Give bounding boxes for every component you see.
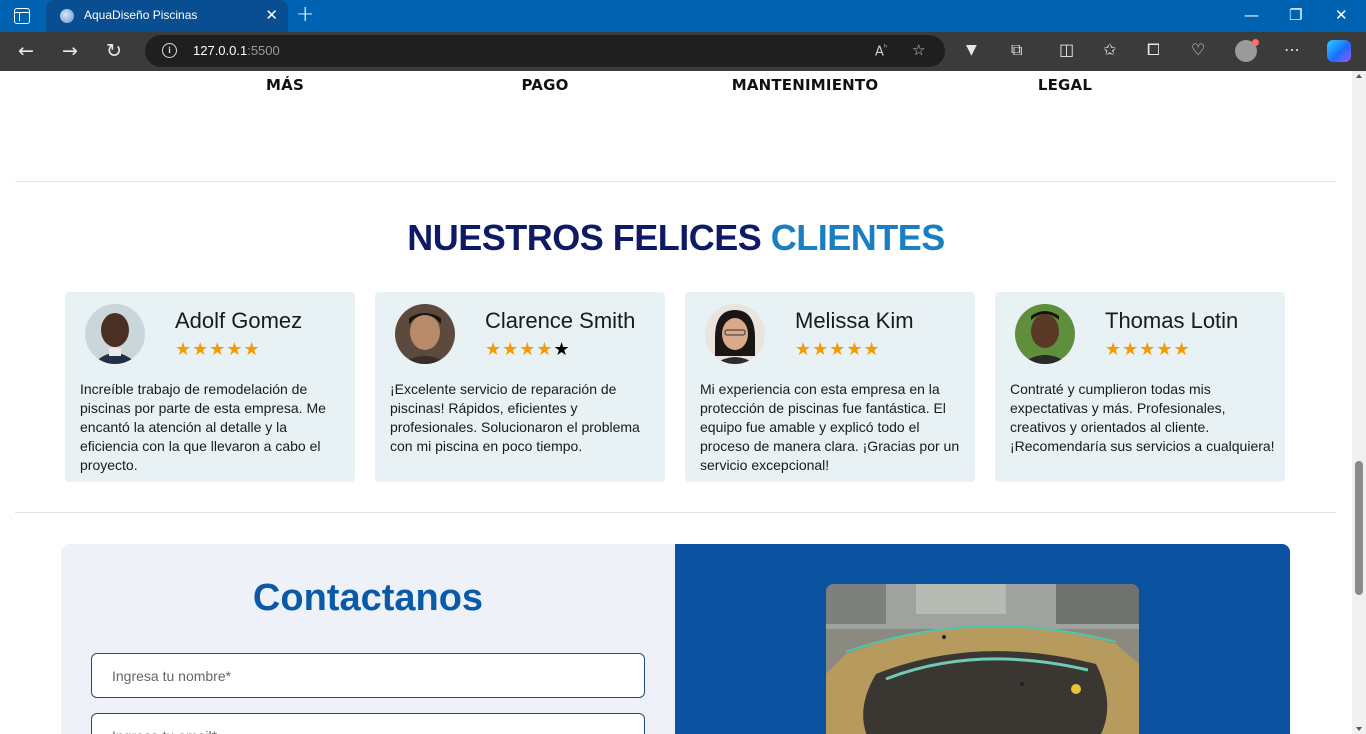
testimonial-card: Clarence Smith ★★★★★ ¡Excelente servicio…	[375, 292, 665, 482]
page-scrollbar[interactable]	[1352, 71, 1366, 734]
avatar	[1015, 304, 1075, 364]
avatar	[705, 304, 765, 364]
contact-image-panel	[675, 544, 1290, 734]
name-input[interactable]	[91, 653, 645, 698]
forward-button[interactable]: →	[62, 39, 78, 63]
address-bar[interactable]: i 127.0.0.1:5500 Aʰ ☆	[145, 35, 945, 67]
pool-construction-image	[826, 584, 1139, 734]
browser-tab-active[interactable]: AquaDiseño Piscinas ✕	[46, 0, 288, 32]
client-name: Melissa Kim	[795, 308, 914, 333]
section-divider	[15, 181, 1336, 182]
testimonial-text: Mi experiencia con esta empresa en la pr…	[700, 381, 960, 473]
profile-avatar-icon[interactable]	[1235, 39, 1259, 62]
page-viewport: MÁS PAGO MANTENIMIENTO LEGAL NUESTROS FE…	[0, 71, 1352, 734]
contact-section: Contactanos	[61, 544, 1290, 734]
site-info-icon[interactable]: i	[162, 43, 177, 58]
service-label: PAGO	[521, 76, 569, 94]
close-window-button[interactable]: ✕	[1335, 4, 1348, 26]
rating-stars: ★★★★★	[485, 339, 571, 360]
contact-form-panel: Contactanos	[61, 544, 675, 734]
client-name: Clarence Smith	[485, 308, 636, 333]
section-divider	[15, 512, 1336, 513]
testimonial-text: Contraté y cumplieron todas mis expectat…	[1010, 381, 1275, 454]
extension-v-icon[interactable]: ▼	[966, 40, 977, 60]
back-button[interactable]: ←	[18, 39, 34, 63]
more-menu-icon[interactable]: ⋯	[1284, 40, 1300, 60]
reload-button[interactable]: ↻	[106, 39, 122, 63]
scroll-down-icon[interactable]	[1356, 727, 1362, 731]
browser-tab-bar: AquaDiseño Piscinas ✕ + — ❐ ✕	[0, 0, 1366, 32]
read-aloud-icon[interactable]: Aʰ	[875, 43, 887, 59]
minimize-button[interactable]: —	[1244, 4, 1259, 26]
service-label: MANTENIMIENTO	[731, 76, 879, 94]
address-text: 127.0.0.1:5500	[193, 43, 280, 58]
new-tab-button[interactable]: +	[296, 2, 314, 28]
service-label: LEGAL	[1037, 76, 1093, 94]
browser-essentials-icon[interactable]: ♡	[1191, 40, 1205, 60]
tab-actions-icon[interactable]	[14, 8, 30, 24]
testimonial-text: ¡Excelente servicio de reparación de pis…	[390, 381, 640, 454]
copilot-icon[interactable]	[1327, 40, 1351, 62]
service-label: MÁS	[266, 76, 304, 94]
scroll-up-icon[interactable]	[1356, 74, 1362, 78]
testimonial-text: Increíble trabajo de remodelación de pis…	[80, 381, 326, 473]
browser-toolbar: ← → ↻ i 127.0.0.1:5500 Aʰ ☆ ▼ ⧉ ◫ ✩ ⧠ ♡ …	[0, 32, 1366, 71]
favicon-icon	[60, 9, 74, 23]
client-name: Adolf Gomez	[175, 308, 303, 333]
testimonial-card: Adolf Gomez ★★★★★ Increíble trabajo de r…	[65, 292, 355, 482]
split-screen-icon[interactable]: ◫	[1059, 40, 1074, 60]
client-name: Thomas Lotin	[1105, 308, 1239, 333]
collections-icon[interactable]: ⧠	[1147, 40, 1160, 60]
contact-title: Contactanos	[252, 577, 484, 619]
tab-close-icon[interactable]: ✕	[265, 6, 278, 24]
email-input[interactable]	[91, 713, 645, 734]
tab-title: AquaDiseño Piscinas	[84, 8, 198, 22]
maximize-button[interactable]: ❐	[1289, 4, 1302, 26]
rating-stars: ★★★★★	[795, 339, 881, 360]
testimonial-card: Melissa Kim ★★★★★ Mi experiencia con est…	[685, 292, 975, 482]
rating-stars: ★★★★★	[175, 339, 261, 360]
favorites-icon[interactable]: ✩	[1103, 40, 1116, 60]
extensions-icon[interactable]: ⧉	[1011, 40, 1022, 60]
scrollbar-thumb[interactable]	[1355, 461, 1363, 595]
testimonial-card: Thomas Lotin ★★★★★ Contraté y cumplieron…	[995, 292, 1285, 482]
avatar	[85, 304, 145, 364]
rating-stars: ★★★★★	[1105, 339, 1191, 360]
testimonials-title: NUESTROS FELICES CLIENTES	[407, 217, 945, 258]
favorite-star-icon[interactable]: ☆	[912, 41, 925, 59]
avatar	[395, 304, 455, 364]
